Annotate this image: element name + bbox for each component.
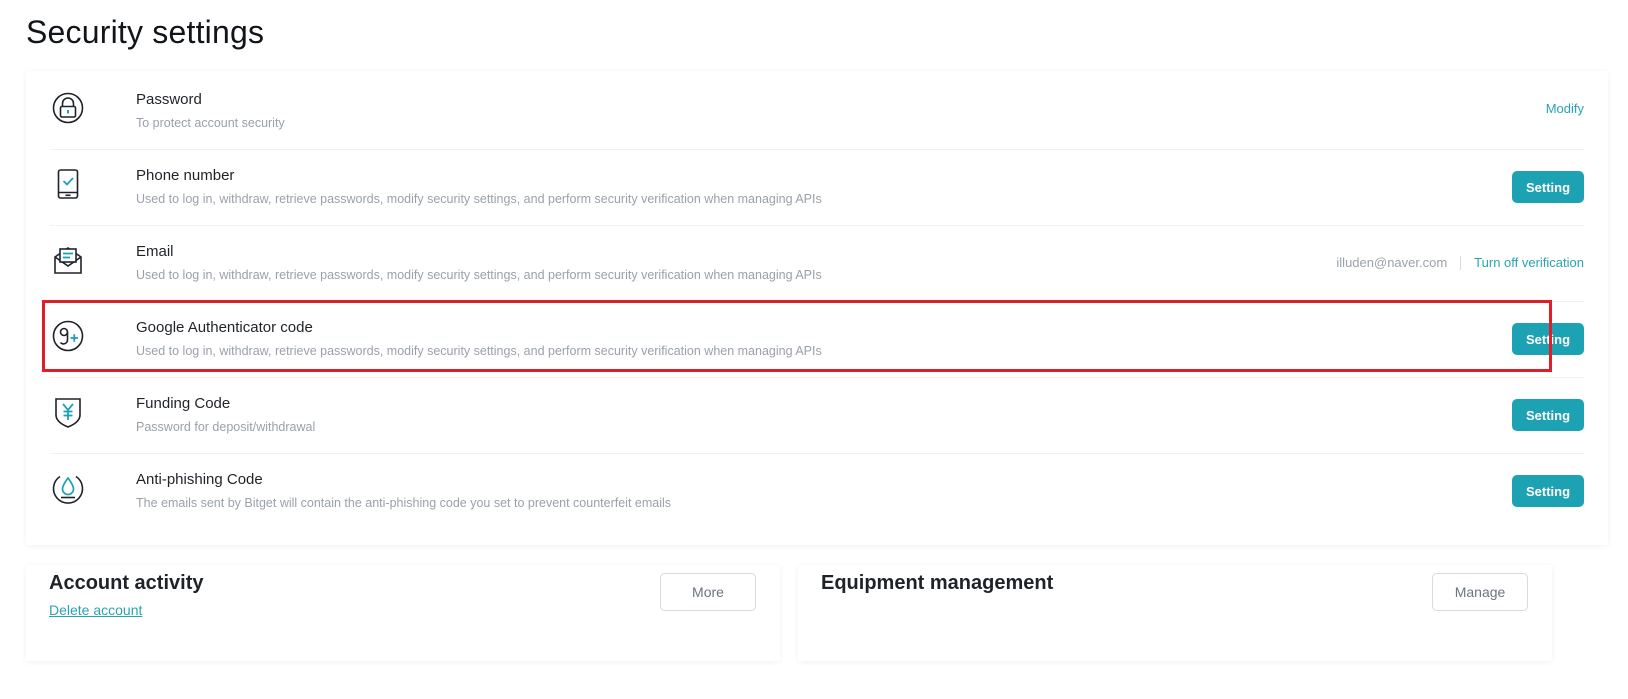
password-modify-link[interactable]: Modify xyxy=(1546,101,1584,116)
delete-account-link[interactable]: Delete account xyxy=(49,602,142,618)
lock-icon xyxy=(50,90,86,126)
email-separator xyxy=(1460,255,1462,270)
envelope-icon xyxy=(50,242,86,278)
turn-off-verification-link[interactable]: Turn off verification xyxy=(1474,255,1584,270)
phone-setting-button[interactable]: Setting xyxy=(1512,171,1584,203)
phone-check-icon xyxy=(50,166,86,202)
security-row-email: Email Used to log in, withdraw, retrieve… xyxy=(50,223,1584,302)
page-title: Security settings xyxy=(26,14,265,50)
security-row-google-authenticator: Google Authenticator code Used to log in… xyxy=(50,299,1584,378)
anti-phishing-setting-button[interactable]: Setting xyxy=(1512,475,1584,507)
anti-phishing-description: The emails sent by Bitget will contain t… xyxy=(136,496,672,510)
account-activity-title: Account activity xyxy=(49,572,204,594)
email-address: illuden@naver.com xyxy=(1336,255,1448,270)
funding-code-setting-button[interactable]: Setting xyxy=(1512,399,1584,431)
google-authenticator-setting-button[interactable]: Setting xyxy=(1512,323,1584,355)
account-activity-card: Account activity Delete account More xyxy=(26,565,780,661)
password-description: To protect account security xyxy=(136,116,285,130)
email-actions: illuden@naver.com Turn off verification xyxy=(1336,255,1584,270)
phone-description: Used to log in, withdraw, retrieve passw… xyxy=(136,192,822,206)
email-title: Email xyxy=(136,243,174,260)
funding-code-title: Funding Code xyxy=(136,395,231,412)
funding-code-description: Password for deposit/withdrawal xyxy=(136,420,316,434)
equipment-management-card: Equipment management Manage xyxy=(798,565,1552,661)
anti-phishing-title: Anti-phishing Code xyxy=(136,471,263,488)
water-drop-icon xyxy=(50,470,86,506)
yen-shield-icon xyxy=(50,394,86,430)
phone-title: Phone number xyxy=(136,167,235,184)
google-plus-icon xyxy=(50,318,86,354)
security-row-password: Password To protect account security Mod… xyxy=(50,71,1584,150)
security-settings-card: Password To protect account security Mod… xyxy=(26,71,1608,545)
google-authenticator-title: Google Authenticator code xyxy=(136,319,313,336)
equipment-management-title: Equipment management xyxy=(821,572,1054,594)
email-description: Used to log in, withdraw, retrieve passw… xyxy=(136,268,822,282)
google-authenticator-description: Used to log in, withdraw, retrieve passw… xyxy=(136,344,822,358)
security-row-anti-phishing: Anti-phishing Code The emails sent by Bi… xyxy=(50,451,1584,530)
security-row-funding-code: Funding Code Password for deposit/withdr… xyxy=(50,375,1584,454)
more-button[interactable]: More xyxy=(660,573,756,611)
manage-button[interactable]: Manage xyxy=(1432,573,1528,611)
security-row-phone: Phone number Used to log in, withdraw, r… xyxy=(50,147,1584,226)
password-title: Password xyxy=(136,91,202,108)
